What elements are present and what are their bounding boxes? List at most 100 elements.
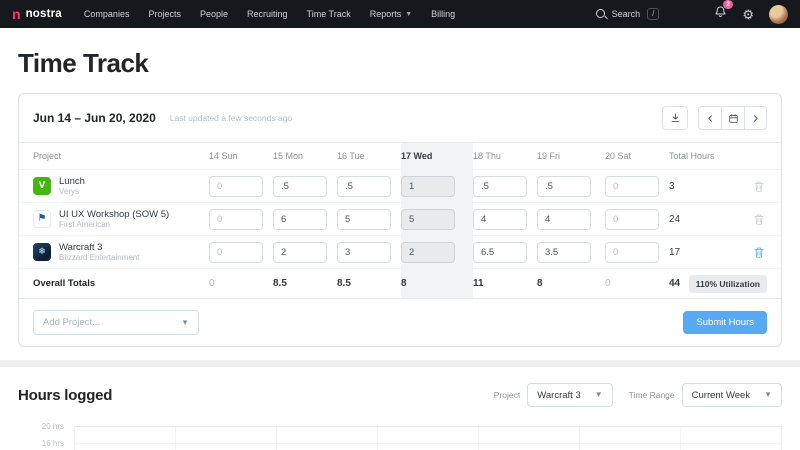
total-wed: 8 (401, 269, 473, 298)
project-cell: ❄ Warcraft 3 Blizzard Entertainment (33, 242, 209, 263)
project-client: Blizzard Entertainment (59, 252, 140, 262)
hours-input[interactable] (537, 175, 591, 197)
chevron-right-icon (753, 114, 758, 122)
hours-logged-header: Hours logged Project Warcraft 3 ▼ Time R… (18, 383, 782, 407)
table-row: ⚑ UI UX Workshop (SOW 5)First American 2… (19, 202, 781, 235)
page-title: Time Track (18, 48, 149, 78)
main-nav: Companies Projects People Recruiting Tim… (84, 9, 455, 19)
nav-item-reports[interactable]: Reports ▼ (370, 9, 412, 19)
hours-input[interactable] (209, 241, 263, 263)
verys-logo-icon: V (33, 176, 51, 195)
main-content: Time Track Jun 14 – Jun 20, 2020 Last up… (0, 48, 800, 450)
export-button[interactable] (662, 106, 688, 130)
hours-input[interactable] (537, 208, 591, 230)
col-sat: 20 Sat (605, 151, 632, 161)
project-filter: Project Warcraft 3 ▼ (494, 383, 613, 407)
col-total-hours: Total Hours (669, 151, 715, 161)
total-mon: 8.5 (273, 278, 287, 289)
timesheet-card: Jun 14 – Jun 20, 2020 Last updated a few… (18, 93, 782, 347)
project-filter-label: Project (493, 390, 521, 400)
nav-item-companies[interactable]: Companies (84, 9, 130, 19)
hours-input[interactable] (273, 175, 327, 197)
hours-input[interactable] (401, 241, 455, 263)
notification-badge: 2 (722, 0, 734, 9)
calendar-icon (728, 113, 738, 123)
time-range-select-value: Current Week (691, 389, 751, 401)
table-header-row: Project 14 Sun 15 Mon 16 Tue 17 Wed 18 T… (19, 143, 781, 169)
timesheet-table: Project 14 Sun 15 Mon 16 Tue 17 Wed 18 T… (19, 142, 781, 298)
date-range: Jun 14 – Jun 20, 2020 (33, 111, 156, 125)
total-sat: 0 (605, 278, 611, 289)
settings-button[interactable]: ⚙ (742, 8, 754, 21)
hours-input[interactable] (537, 241, 591, 263)
time-range-select[interactable]: Current Week ▼ (681, 383, 782, 407)
notifications-button[interactable]: 2 (714, 0, 734, 24)
hours-input[interactable] (473, 175, 527, 197)
total-fri: 8 (537, 278, 543, 289)
add-project-select[interactable]: Add Project... ▼ (33, 310, 199, 335)
row-total: 17 (669, 246, 681, 258)
search-shortcut-key: / (647, 7, 660, 21)
col-mon: 15 Mon (273, 151, 304, 161)
search-icon (595, 9, 605, 19)
project-cell: V Lunch Verys (33, 176, 209, 197)
calendar-button[interactable] (721, 106, 744, 130)
brand-name: nostra (25, 8, 62, 20)
hours-input[interactable] (337, 241, 391, 263)
col-tue: 16 Tue (337, 151, 365, 161)
timesheet-footer: Add Project... ▼ Submit Hours (19, 298, 781, 346)
prev-week-button[interactable] (698, 106, 721, 130)
hours-input[interactable] (337, 208, 391, 230)
col-sun: 14 Sun (209, 151, 238, 161)
next-week-button[interactable] (744, 106, 767, 130)
hours-input[interactable] (605, 241, 659, 263)
project-name: Lunch (59, 175, 85, 187)
hours-input[interactable] (605, 208, 659, 230)
delete-row-button[interactable] (725, 213, 769, 226)
delete-row-button[interactable] (725, 180, 769, 193)
hours-input[interactable] (473, 208, 527, 230)
search-input[interactable]: Search / (595, 7, 660, 21)
avatar[interactable] (769, 4, 788, 24)
nav-item-people[interactable]: People (200, 9, 228, 19)
project-name: UI UX Workshop (SOW 5) (59, 208, 170, 220)
chevron-left-icon (707, 114, 712, 122)
chevron-down-icon: ▼ (594, 390, 603, 399)
hours-input[interactable] (605, 175, 659, 197)
nav-item-projects[interactable]: Projects (148, 9, 181, 19)
chevron-down-icon: ▼ (764, 390, 772, 399)
hours-input[interactable] (337, 175, 391, 197)
project-cell: ⚑ UI UX Workshop (SOW 5) First American (33, 209, 209, 230)
last-updated-text: Last updated a few seconds ago (169, 113, 293, 123)
nav-item-billing[interactable]: Billing (431, 9, 455, 19)
y-axis-tick: 16 hrs (41, 439, 64, 448)
totals-row: Overall Totals 0 8.5 8.5 8 11 8 0 44 110… (19, 268, 781, 298)
utilization-badge: 110% Utilization (688, 274, 767, 293)
hours-input[interactable] (401, 175, 455, 197)
trash-icon (754, 214, 764, 225)
hours-input[interactable] (273, 241, 327, 263)
nav-item-reports-label: Reports (369, 9, 402, 19)
total-sun: 0 (209, 278, 215, 289)
timesheet-header: Jun 14 – Jun 20, 2020 Last updated a few… (19, 94, 781, 142)
section-divider (0, 360, 800, 367)
hours-input[interactable] (401, 208, 455, 230)
delete-row-button[interactable] (725, 246, 769, 259)
project-client: Verys (59, 186, 80, 196)
col-project: Project (33, 151, 62, 161)
hours-input[interactable] (473, 241, 527, 263)
hours-input[interactable] (209, 208, 263, 230)
project-select-value: Warcraft 3 (537, 389, 581, 401)
brand-logo[interactable]: n nostra (12, 7, 62, 21)
submit-hours-button[interactable]: Submit Hours (683, 311, 767, 334)
nav-item-recruiting[interactable]: Recruiting (247, 9, 288, 19)
hours-logged-title: Hours logged (18, 386, 113, 404)
hours-input[interactable] (209, 175, 263, 197)
totals-label: Overall Totals (33, 278, 96, 289)
nav-item-time-track[interactable]: Time Track (307, 9, 351, 19)
project-select[interactable]: Warcraft 3 ▼ (527, 383, 613, 407)
project-client: First American (59, 219, 111, 229)
chevron-down-icon: ▼ (181, 317, 189, 327)
chart-gridlines (74, 426, 782, 450)
hours-input[interactable] (273, 208, 327, 230)
